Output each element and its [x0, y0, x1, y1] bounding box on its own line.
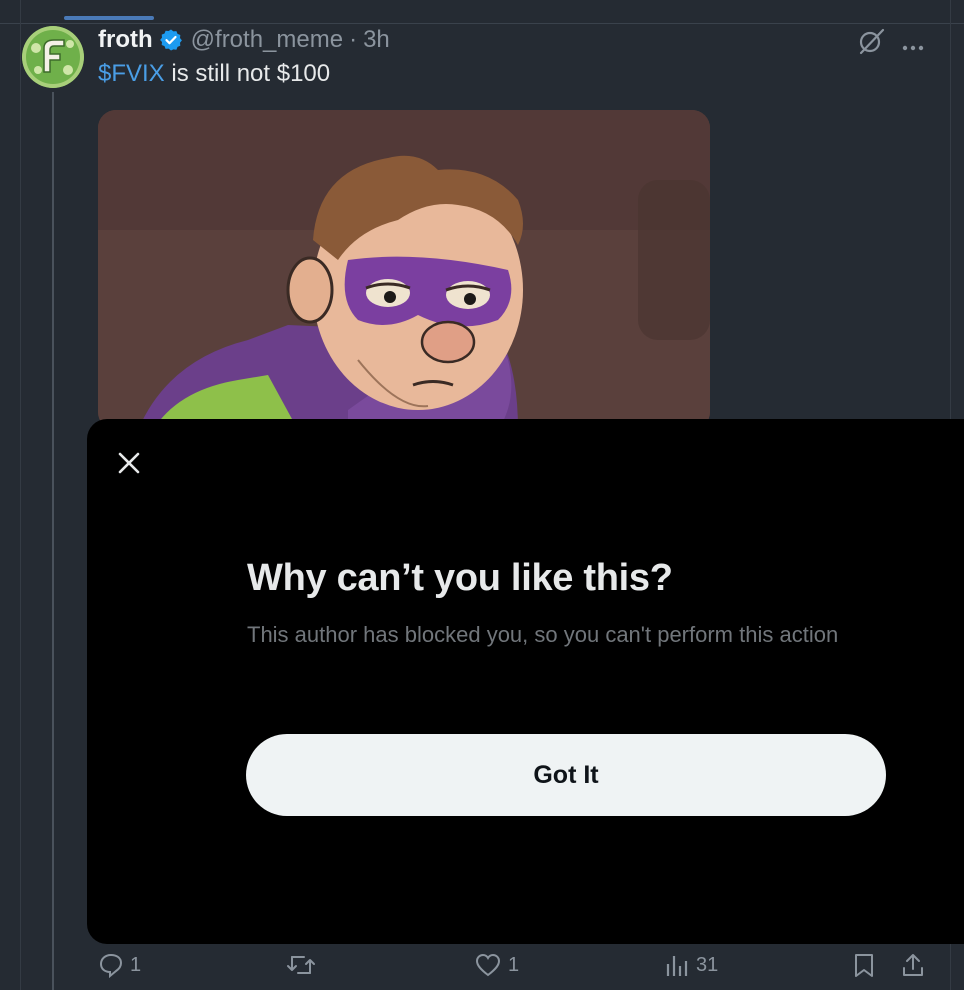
reply-button[interactable]: 1 — [98, 952, 141, 978]
tweet-action-bar: 1 1 31 — [0, 946, 964, 986]
like-button[interactable]: 1 — [474, 952, 519, 978]
like-count: 1 — [508, 953, 520, 976]
reply-count: 1 — [130, 953, 142, 976]
loading-progress-bar — [64, 16, 154, 20]
top-divider — [0, 23, 964, 24]
author-handle[interactable]: @froth_meme — [191, 26, 343, 54]
more-icon[interactable] — [902, 38, 924, 56]
retweet-button[interactable] — [286, 952, 316, 978]
views-count: 31 — [696, 953, 719, 976]
cashtag-link[interactable]: $FVIX — [98, 60, 165, 87]
modal-title: Why can’t you like this? — [247, 557, 673, 599]
reply-icon — [99, 953, 123, 978]
bookmark-button[interactable] — [852, 952, 876, 978]
tweet-text: $FVIX is still not $100 — [98, 60, 330, 88]
views-icon — [666, 956, 688, 976]
share-icon — [903, 954, 923, 976]
share-button[interactable] — [900, 952, 926, 978]
tweet-text-body: is still not $100 — [164, 60, 331, 87]
bookmark-icon — [855, 954, 873, 977]
got-it-button[interactable]: Got It — [246, 734, 886, 816]
tweet-header: froth @froth_meme · 3h — [98, 26, 390, 54]
retweet-icon — [287, 956, 315, 974]
thread-connector-line — [52, 92, 54, 990]
timeline-left-border — [20, 0, 21, 990]
modal-description: This author has blocked you, so you can'… — [247, 622, 839, 647]
close-icon[interactable] — [115, 449, 143, 477]
like-icon — [475, 953, 501, 977]
grok-icon[interactable] — [856, 26, 886, 61]
author-name[interactable]: froth — [98, 26, 153, 54]
avatar[interactable] — [22, 26, 84, 88]
header-separator: · — [349, 26, 358, 53]
views-button[interactable]: 31 — [664, 952, 718, 978]
froth-logo — [22, 26, 84, 88]
blocked-action-modal: Why can’t you like this? This author has… — [87, 419, 964, 944]
verified-badge-icon — [159, 28, 183, 52]
tweet-timestamp[interactable]: 3h — [363, 26, 390, 54]
tweet-media-image[interactable] — [98, 110, 710, 430]
